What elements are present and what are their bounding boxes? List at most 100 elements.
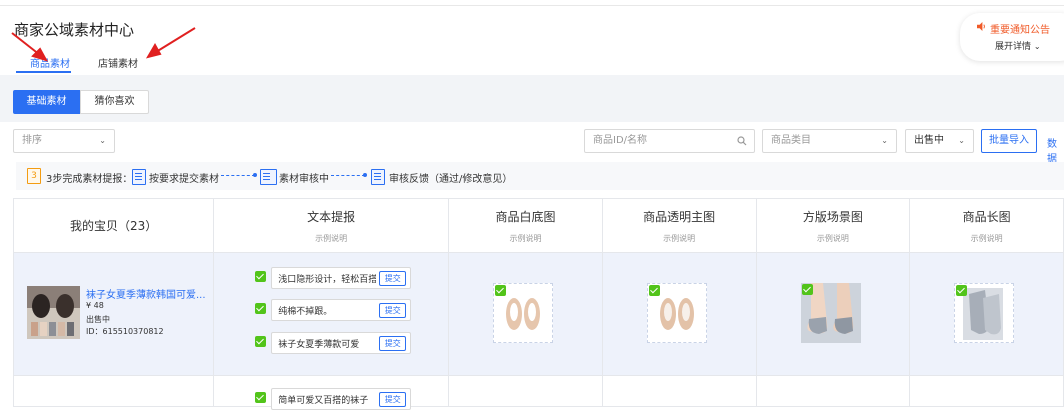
product-cell: 袜子女夏季薄款韩国可爱... ¥ 48 出售中 ID：615510370812 [12, 252, 215, 376]
step-connector [221, 175, 255, 177]
checkbox-checked[interactable] [648, 285, 660, 296]
chevron-down-icon: ⌄ [99, 136, 106, 145]
column-title: 商品白底图 [495, 209, 556, 224]
text-item: 浅口隐形设计，轻松百搭 提交 [255, 267, 412, 289]
document-check-icon [371, 169, 385, 185]
text-input[interactable]: 简单可爱又百搭的袜子 提交 [271, 388, 412, 410]
arrow-to-product-tab [11, 32, 49, 62]
data-link[interactable]: 数据 [1047, 135, 1064, 165]
long-image[interactable] [954, 283, 1015, 343]
step-connector-dot [363, 173, 367, 177]
column-example-link[interactable]: 示例说明 [910, 233, 1063, 244]
product-thumbnail[interactable] [27, 286, 80, 339]
product-cell [12, 375, 215, 407]
column-header-my-items: 我的宝贝（23） [12, 198, 215, 253]
monitor-icon [260, 169, 277, 185]
column-title: 商品长图 [962, 209, 1011, 224]
white-bg-image-cell [448, 252, 603, 376]
column-title: 我的宝贝（23） [69, 219, 158, 233]
product-price: ¥ 48 [86, 301, 104, 310]
search-icon[interactable] [737, 136, 747, 146]
chevron-down-icon: ⌄ [1033, 42, 1041, 51]
sort-select-placeholder: 排序 [22, 135, 42, 146]
category-select-placeholder: 商品类目 [771, 135, 811, 146]
text-input-value: 袜子女夏季薄款可爱 [278, 340, 360, 350]
checkbox-checked[interactable] [255, 303, 267, 314]
checkbox-checked[interactable] [255, 336, 267, 347]
table-header-row: 我的宝贝（23） 文本提报 示例说明 商品白底图 示例说明 商品透明主图 示例说… [12, 198, 1064, 253]
checkbox-checked[interactable] [495, 285, 507, 296]
status-select-value: 出售中 [914, 135, 944, 146]
text-item: 袜子女夏季薄款可爱 提交 [255, 332, 412, 354]
column-header-text: 文本提报 示例说明 [213, 198, 450, 253]
scene-image-cell [755, 252, 911, 376]
text-item: 纯棉不掉跟。 提交 [255, 299, 412, 321]
steps-lead-text: 3步完成素材提报： [46, 174, 133, 185]
scene-image-cell [755, 375, 911, 407]
step-connector-dot [253, 173, 257, 177]
chevron-down-icon: ⌄ [881, 136, 888, 145]
transparent-image[interactable] [646, 283, 707, 343]
notice-card[interactable]: 重要通知公告 展开详情 ⌄ [960, 13, 1064, 61]
column-example-link[interactable]: 示例说明 [449, 233, 602, 244]
column-title: 方版场景图 [802, 209, 863, 224]
category-select[interactable]: 商品类目 ⌄ [762, 129, 897, 153]
text-input[interactable]: 袜子女夏季薄款可爱 提交 [271, 332, 412, 354]
checkbox-checked[interactable] [801, 284, 813, 295]
text-submission-cell: 简单可爱又百搭的袜子 提交 [213, 375, 450, 410]
product-status: 出售中 [86, 315, 110, 324]
column-example-link[interactable]: 示例说明 [603, 233, 756, 244]
column-example-link[interactable]: 示例说明 [214, 233, 448, 244]
segment-guess-you-like[interactable]: 猜你喜欢 [80, 90, 149, 114]
text-input-value: 浅口隐形设计，轻松百搭 [278, 275, 377, 285]
submit-button[interactable]: 提交 [379, 271, 407, 286]
product-name-link[interactable]: 袜子女夏季薄款韩国可爱... [86, 286, 206, 301]
column-header-long-image: 商品长图 示例说明 [909, 198, 1064, 253]
text-item: 简单可爱又百搭的袜子 提交 [255, 388, 412, 410]
column-title: 文本提报 [307, 209, 356, 224]
step-connector [331, 175, 365, 177]
arrow-to-store-tab [145, 27, 196, 59]
table-row: 简单可爱又百搭的袜子 提交 [12, 375, 1064, 410]
white-bg-image-cell [448, 375, 603, 407]
column-example-link[interactable]: 示例说明 [757, 233, 910, 244]
long-image-cell [909, 375, 1064, 407]
batch-import-button[interactable]: 批量导入 [981, 129, 1037, 153]
transparent-image-cell [601, 375, 757, 407]
text-input-value: 纯棉不掉跟。 [278, 307, 333, 317]
search-input-placeholder: 商品ID/名称 [593, 135, 648, 146]
notice-expand-link[interactable]: 展开详情 ⌄ [995, 39, 1041, 52]
text-input[interactable]: 浅口隐形设计，轻松百搭 提交 [271, 267, 412, 289]
segment-basic-material[interactable]: 基础素材 [13, 90, 80, 114]
column-header-scene: 方版场景图 示例说明 [755, 198, 911, 253]
step-3-text: 审核反馈（通过/修改意见） [389, 174, 513, 185]
checkbox-checked[interactable] [255, 392, 267, 403]
text-submission-cell: 浅口隐形设计，轻松百搭 提交 纯棉不掉跟。 提交 袜子女夏季薄款可爱 提交 [213, 252, 450, 376]
white-bg-image[interactable] [493, 283, 554, 343]
checkbox-checked[interactable] [956, 285, 968, 296]
transparent-image-cell [601, 252, 757, 376]
column-header-transparent: 商品透明主图 示例说明 [601, 198, 757, 253]
column-title: 商品透明主图 [643, 209, 716, 224]
long-image-cell [909, 252, 1064, 376]
notice-expand-label: 展开详情 [995, 42, 1032, 52]
material-table: 我的宝贝（23） 文本提报 示例说明 商品白底图 示例说明 商品透明主图 示例说… [12, 198, 1064, 410]
calendar-three-icon: 3 [27, 168, 41, 184]
text-input[interactable]: 纯棉不掉跟。 提交 [271, 299, 412, 321]
product-id: ID：615510370812 [86, 327, 164, 336]
steps-banner: 3 3步完成素材提报： 按要求提交素材 素材审核中 审核反馈（通过/修改意见） [16, 162, 1064, 190]
sort-select[interactable]: 排序 ⌄ [13, 129, 115, 153]
chevron-down-icon: ⌄ [958, 136, 965, 145]
step-1-text: 按要求提交素材 [149, 174, 219, 185]
submit-button[interactable]: 提交 [379, 303, 407, 318]
annotation-arrows [11, 27, 196, 62]
submit-button[interactable]: 提交 [379, 336, 407, 351]
column-header-white-bg: 商品白底图 示例说明 [448, 198, 603, 253]
scene-image[interactable] [800, 283, 861, 343]
notice-title: 重要通知公告 [990, 25, 1050, 36]
speaker-icon [977, 22, 985, 31]
step-2-text: 素材审核中 [279, 174, 329, 185]
status-select[interactable]: 出售中 ⌄ [905, 129, 974, 153]
checkbox-checked[interactable] [255, 271, 267, 282]
search-input[interactable]: 商品ID/名称 [584, 129, 755, 153]
